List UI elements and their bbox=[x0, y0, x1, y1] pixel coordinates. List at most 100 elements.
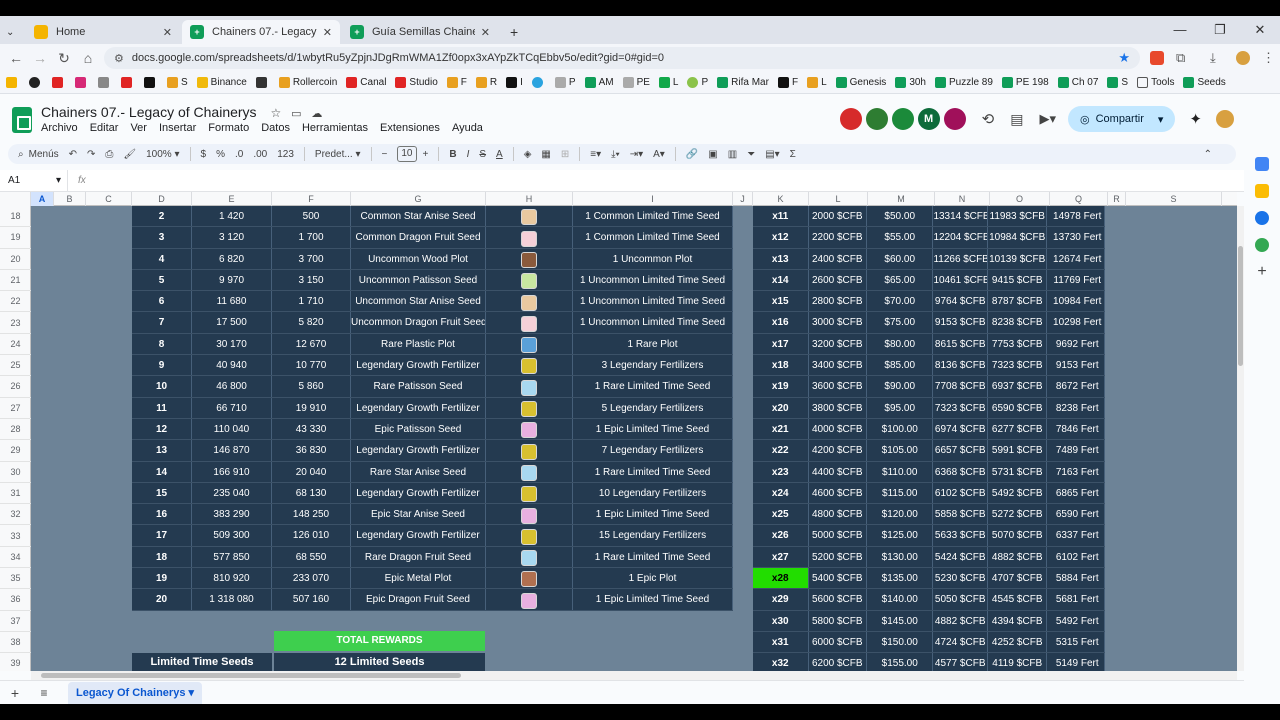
all-sheets-icon[interactable]: ≡ bbox=[30, 686, 58, 700]
level-cell[interactable]: 12 bbox=[132, 418, 192, 440]
cfb-cost-cell[interactable]: 5800 $CFB bbox=[809, 610, 868, 631]
bookmark-puzzle[interactable]: Puzzle 89 bbox=[935, 77, 993, 88]
total-xp-cell[interactable]: 1 318 080 bbox=[192, 589, 272, 610]
reward-image-cell[interactable] bbox=[486, 440, 573, 461]
cfb-value-cell[interactable]: 9153 $CFB bbox=[933, 312, 988, 333]
level-cell[interactable]: 14 bbox=[132, 461, 192, 482]
cfb-value-cell[interactable]: 4882 $CFB bbox=[933, 610, 988, 631]
reward-summary-cell[interactable]: 1 Rare Plot bbox=[573, 333, 733, 355]
limited-seeds-value[interactable]: 12 Limited Seeds bbox=[274, 653, 485, 671]
cfb-net-cell[interactable]: 4119 $CFB bbox=[988, 653, 1048, 671]
increase-decimal-button[interactable]: .00 bbox=[253, 149, 267, 160]
cfb-cost-cell[interactable]: 2000 $CFB bbox=[809, 206, 868, 227]
reward-image-cell[interactable] bbox=[486, 589, 573, 610]
browser-tab-home[interactable]: Home ✕ bbox=[26, 20, 180, 44]
column-header-q[interactable]: Q bbox=[1050, 192, 1108, 206]
limited-seeds-label[interactable]: Limited Time Seeds bbox=[132, 653, 272, 671]
usd-cost-cell[interactable]: $155.00 bbox=[867, 653, 934, 671]
cfb-net-cell[interactable]: 5731 $CFB bbox=[988, 461, 1048, 482]
bookmark-icon-1[interactable] bbox=[6, 77, 20, 88]
multiplier-cell[interactable]: x15 bbox=[753, 291, 809, 312]
align-vertical-icon[interactable]: ⤓▾ bbox=[611, 149, 620, 160]
column-header-m[interactable]: M bbox=[868, 192, 935, 206]
bold-button[interactable]: B bbox=[449, 149, 456, 160]
star-icon[interactable]: ★ bbox=[1118, 50, 1130, 66]
cfb-value-cell[interactable]: 5230 $CFB bbox=[933, 568, 988, 589]
fert-cell[interactable]: 14978 Fert bbox=[1050, 206, 1105, 227]
extensions-puzzle-icon[interactable]: ⧉ bbox=[1176, 50, 1185, 66]
bookmark-pe[interactable]: PE bbox=[622, 77, 650, 88]
multiplier-cell[interactable]: x24 bbox=[753, 482, 809, 504]
reward-summary-cell[interactable]: 10 Legendary Fertilizers bbox=[573, 482, 733, 504]
total-xp-cell[interactable]: 17 500 bbox=[192, 312, 272, 333]
usd-cost-cell[interactable]: $150.00 bbox=[867, 631, 934, 653]
cfb-net-cell[interactable]: 10984 $CFB bbox=[988, 227, 1048, 248]
cfb-net-cell[interactable]: 7323 $CFB bbox=[988, 355, 1048, 376]
fert-cell[interactable]: 7846 Fert bbox=[1050, 418, 1105, 440]
reward-summary-cell[interactable]: 15 Legendary Fertilizers bbox=[573, 525, 733, 546]
cfb-net-cell[interactable]: 4545 $CFB bbox=[988, 589, 1048, 610]
multiplier-cell[interactable]: x13 bbox=[753, 248, 809, 269]
cfb-net-cell[interactable]: 5492 $CFB bbox=[988, 482, 1048, 504]
row-header[interactable]: 19 bbox=[0, 227, 31, 249]
multiplier-cell[interactable]: x18 bbox=[753, 355, 809, 376]
cfb-cost-cell[interactable]: 5000 $CFB bbox=[809, 525, 868, 546]
column-header-c[interactable]: C bbox=[86, 192, 132, 206]
menu-formato[interactable]: Formato bbox=[208, 122, 249, 134]
cfb-net-cell[interactable]: 5272 $CFB bbox=[988, 504, 1048, 525]
cfb-net-cell[interactable]: 8238 $CFB bbox=[988, 312, 1048, 333]
column-header-s[interactable]: S bbox=[1126, 192, 1222, 206]
cfb-cost-cell[interactable]: 2200 $CFB bbox=[809, 227, 868, 248]
filter-views-icon[interactable]: ▤▾ bbox=[765, 149, 779, 160]
fert-cell[interactable]: 5884 Fert bbox=[1050, 568, 1105, 589]
column-header-l[interactable]: L bbox=[809, 192, 868, 206]
level-cell[interactable]: 6 bbox=[132, 291, 192, 312]
total-xp-cell[interactable]: 3 120 bbox=[192, 227, 272, 248]
menu-archivo[interactable]: Archivo bbox=[41, 122, 78, 134]
column-header-i[interactable]: I bbox=[573, 192, 733, 206]
bookmark-telegram[interactable] bbox=[531, 77, 546, 88]
search-menus[interactable]: ⌕ Menús bbox=[18, 149, 59, 160]
multiplier-cell[interactable]: x30 bbox=[753, 610, 809, 631]
font-size-input[interactable]: 10 bbox=[397, 146, 417, 162]
tab-search-button[interactable]: ⌄ bbox=[2, 20, 24, 44]
multiplier-cell[interactable]: x20 bbox=[753, 397, 809, 418]
cfb-net-cell[interactable]: 4707 $CFB bbox=[988, 568, 1048, 589]
fert-cell[interactable]: 6865 Fert bbox=[1050, 482, 1105, 504]
close-icon[interactable]: ✕ bbox=[481, 26, 490, 39]
cfb-cost-cell[interactable]: 6200 $CFB bbox=[809, 653, 868, 671]
multiplier-cell[interactable]: x12 bbox=[753, 227, 809, 248]
xp-diff-cell[interactable]: 68 550 bbox=[272, 546, 351, 568]
multiplier-cell[interactable]: x19 bbox=[753, 376, 809, 397]
bookmark-icon-5[interactable] bbox=[98, 77, 112, 88]
fert-cell[interactable]: 12674 Fert bbox=[1050, 248, 1105, 269]
reward-image-cell[interactable] bbox=[486, 227, 573, 248]
fert-cell[interactable]: 10298 Fert bbox=[1050, 312, 1105, 333]
bookmark-am[interactable]: AM bbox=[584, 77, 614, 88]
reward-image-cell[interactable] bbox=[486, 418, 573, 440]
profile-avatar[interactable] bbox=[1236, 51, 1250, 65]
menu-ver[interactable]: Ver bbox=[130, 122, 147, 134]
fert-cell[interactable]: 11769 Fert bbox=[1050, 269, 1105, 291]
cfb-value-cell[interactable]: 5424 $CFB bbox=[933, 546, 988, 568]
level-cell[interactable]: 11 bbox=[132, 397, 192, 418]
menu-editar[interactable]: Editar bbox=[90, 122, 119, 134]
column-header-g[interactable]: G bbox=[351, 192, 486, 206]
cfb-cost-cell[interactable]: 4000 $CFB bbox=[809, 418, 868, 440]
cfb-cost-cell[interactable]: 5200 $CFB bbox=[809, 546, 868, 568]
usd-cost-cell[interactable]: $65.00 bbox=[867, 269, 934, 291]
xp-diff-cell[interactable]: 1 710 bbox=[272, 291, 351, 312]
bookmark-30h[interactable]: 30h bbox=[895, 77, 926, 88]
forward-icon[interactable]: → bbox=[28, 50, 52, 66]
bookmark-icon-4[interactable] bbox=[75, 77, 89, 88]
multiplier-cell[interactable]: x14 bbox=[753, 269, 809, 291]
usd-cost-cell[interactable]: $75.00 bbox=[867, 312, 934, 333]
bookmark-icon-6[interactable] bbox=[121, 77, 135, 88]
level-cell[interactable]: 15 bbox=[132, 482, 192, 504]
row-header[interactable]: 25 bbox=[0, 355, 31, 377]
row-header[interactable]: 22 bbox=[0, 291, 31, 313]
cfb-value-cell[interactable]: 9764 $CFB bbox=[933, 291, 988, 312]
text-color-icon[interactable]: A bbox=[496, 149, 503, 160]
cfb-value-cell[interactable]: 10461 $CFB bbox=[933, 269, 988, 291]
account-avatar[interactable] bbox=[1216, 110, 1234, 128]
